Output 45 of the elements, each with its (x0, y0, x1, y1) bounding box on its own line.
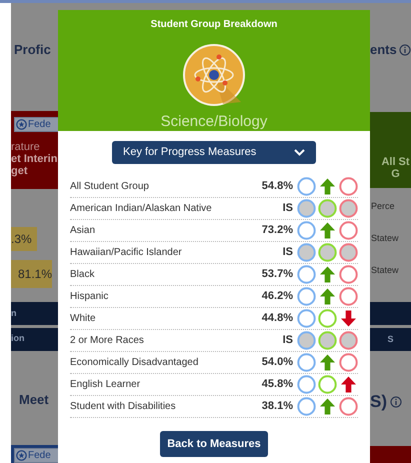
card-text: G (391, 168, 400, 180)
row-label: Perce (371, 200, 396, 212)
group-value: 54.8% (262, 179, 293, 194)
group-value: IS (282, 333, 293, 348)
badge-label: Fede (28, 450, 51, 462)
band-text: ion (11, 332, 24, 346)
group-label: Asian (70, 224, 96, 238)
group-value: 46.2% (262, 289, 293, 304)
card-text: et Interin (11, 153, 58, 166)
group-label: Economically Disadvantaged (70, 356, 200, 370)
band-text: S (387, 332, 394, 346)
subject-title: Science/Biology (160, 113, 268, 131)
badge-label: Fede (28, 118, 51, 131)
group-value: 38.1% (262, 399, 293, 414)
group-value: 73.2% (262, 223, 293, 238)
band-text: n (11, 306, 16, 320)
back-to-measures-button[interactable]: Back to Measures (160, 431, 268, 457)
section-heading: Profic (14, 40, 51, 59)
section-heading: Meet (19, 390, 49, 409)
group-label: English Learner (70, 378, 142, 392)
group-label: Student with Disabilities (70, 400, 177, 414)
section-heading: S) (370, 391, 387, 414)
card-text: All St (381, 156, 410, 168)
value-text: .3% (11, 230, 32, 248)
row-label: Statew (371, 264, 400, 276)
group-label: White (70, 312, 97, 326)
group-label: Black (70, 268, 96, 282)
group-label: Hispanic (70, 290, 110, 304)
group-label: American Indian/Alaskan Native (70, 202, 213, 216)
group-label: All Student Group (70, 180, 150, 194)
section-heading: ents (370, 41, 397, 60)
card-text: rature (11, 141, 41, 154)
group-value: IS (282, 245, 293, 260)
group-label: 2 or More Races (70, 334, 145, 348)
row-label: Statew (371, 232, 400, 244)
group-value: 45.8% (262, 377, 293, 392)
key-dropdown[interactable]: Key for Progress Measures (112, 141, 316, 164)
group-label: Hawaiian/Pacific Islander (70, 246, 183, 260)
group-value: 53.7% (262, 267, 293, 282)
modal-title: Student Group Breakdown (150, 19, 278, 31)
value-text: 81.1% (18, 266, 52, 284)
group-value: 44.8% (262, 311, 293, 326)
card-text: get (11, 165, 28, 178)
group-value: 54.0% (262, 355, 293, 370)
group-value: IS (282, 201, 293, 216)
